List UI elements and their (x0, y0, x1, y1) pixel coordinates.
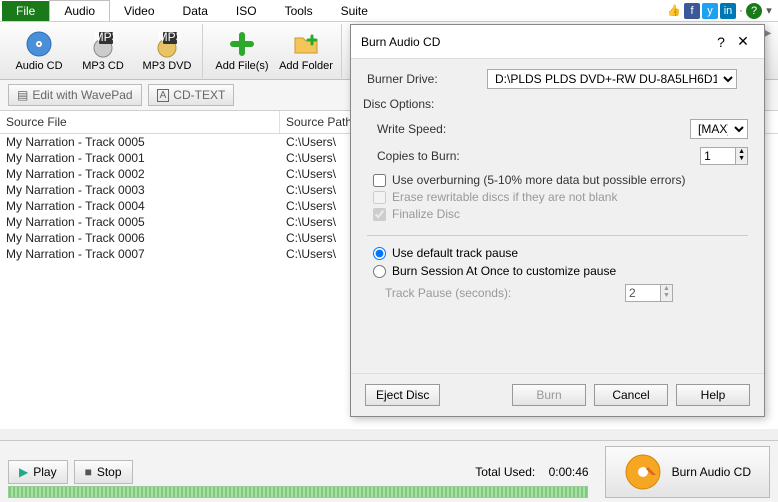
file-name: My Narration - Track 0005 (0, 214, 280, 230)
help-icon[interactable]: ? (746, 3, 762, 19)
disc-options-label: Disc Options: (363, 97, 748, 111)
file-name: My Narration - Track 0005 (0, 134, 280, 150)
menu-iso[interactable]: ISO (222, 1, 271, 21)
sao-label: Burn Session At Once to customize pause (392, 264, 616, 278)
stop-icon: ■ (85, 465, 92, 479)
total-used-value: 0:00:46 (549, 465, 589, 479)
cd-text-button[interactable]: A CD-TEXT (148, 84, 235, 106)
play-button[interactable]: ▶ Play (8, 460, 68, 484)
twitter-icon[interactable]: y (702, 3, 718, 19)
text-icon: A (157, 89, 170, 102)
edit-wavepad-label: Edit with WavePad (32, 88, 132, 102)
menu-suite[interactable]: Suite (327, 1, 382, 21)
play-label: Play (33, 465, 56, 479)
copies-input[interactable] (700, 147, 736, 165)
stop-button[interactable]: ■ Stop (74, 460, 133, 484)
facebook-icon[interactable]: f (684, 3, 700, 19)
write-speed-select[interactable]: [MAX] (690, 119, 748, 139)
total-used-label: Total Used: (475, 465, 535, 479)
mp3-dvd-label: MP3 DVD (143, 60, 192, 72)
spinner-up-icon: ▲ (661, 285, 672, 292)
menu-tools[interactable]: Tools (271, 1, 327, 21)
burn-disc-icon (624, 453, 662, 491)
file-name: My Narration - Track 0007 (0, 246, 280, 262)
wave-icon: ▤ (17, 88, 28, 102)
play-icon: ▶ (19, 465, 28, 479)
dialog-title: Burn Audio CD (361, 35, 710, 49)
burn-dialog: Burn Audio CD ? ✕ Burner Drive: D:\PLDS … (350, 24, 765, 417)
burner-drive-select[interactable]: D:\PLDS PLDS DVD+-RW DU-8A5LH6D1M2016/0 (487, 69, 737, 89)
file-name: My Narration - Track 0006 (0, 230, 280, 246)
dialog-help-icon[interactable]: ? (710, 34, 732, 50)
dvd-mp3-icon: MP3 (153, 30, 181, 58)
mp3-cd-label: MP3 CD (82, 60, 124, 72)
erase-checkbox: Erase rewritable discs if they are not b… (373, 190, 748, 204)
stop-label: Stop (97, 465, 122, 479)
copies-label: Copies to Burn: (377, 149, 497, 163)
overburn-checkbox[interactable]: Use overburning (5-10% more data but pos… (373, 173, 748, 187)
audio-cd-button[interactable]: Audio CD (10, 26, 68, 76)
spinner-down-icon: ▼ (661, 292, 672, 299)
cd-mp3-icon: MP3 (89, 30, 117, 58)
track-pause-spinner: ▲▼ (625, 284, 673, 302)
edit-wavepad-button[interactable]: ▤ Edit with WavePad (8, 84, 142, 106)
column-source-file[interactable]: Source File (0, 111, 280, 133)
track-pause-input (625, 284, 661, 302)
dropdown-icon[interactable]: ▾ (764, 3, 774, 19)
default-pause-label: Use default track pause (392, 246, 518, 260)
burn-button: Burn (512, 384, 586, 406)
menu-bar: File Audio Video Data ISO Tools Suite 👍 … (0, 0, 778, 22)
spinner-down-icon[interactable]: ▼ (736, 155, 747, 162)
finalize-label: Finalize Disc (392, 207, 460, 221)
burn-audio-cd-label: Burn Audio CD (672, 465, 751, 479)
cd-text-label: CD-TEXT (173, 88, 225, 102)
cd-audio-icon (25, 30, 53, 58)
svg-text:MP3: MP3 (94, 30, 117, 44)
add-files-button[interactable]: Add File(s) (213, 26, 271, 76)
spinner-up-icon[interactable]: ▲ (736, 148, 747, 155)
file-name: My Narration - Track 0002 (0, 166, 280, 182)
add-files-label: Add File(s) (215, 60, 268, 72)
mp3-cd-button[interactable]: MP3 MP3 CD (74, 26, 132, 76)
menu-audio[interactable]: Audio (49, 0, 110, 21)
overburn-label: Use overburning (5-10% more data but pos… (392, 173, 685, 187)
cancel-button[interactable]: Cancel (594, 384, 668, 406)
mp3-dvd-button[interactable]: MP3 MP3 DVD (138, 26, 196, 76)
add-folder-button[interactable]: Add Folder (277, 26, 335, 76)
menu-data[interactable]: Data (169, 1, 222, 21)
total-used: Total Used: 0:00:46 (475, 465, 588, 479)
track-pause-label: Track Pause (seconds): (385, 286, 625, 300)
menu-video[interactable]: Video (110, 1, 168, 21)
dialog-close-icon[interactable]: ✕ (732, 33, 754, 50)
erase-label: Erase rewritable discs if they are not b… (392, 190, 617, 204)
folder-plus-icon (292, 30, 320, 58)
audio-cd-label: Audio CD (15, 60, 62, 72)
file-name: My Narration - Track 0004 (0, 198, 280, 214)
file-name: My Narration - Track 0001 (0, 150, 280, 166)
finalize-checkbox: Finalize Disc (373, 207, 748, 221)
eject-disc-button[interactable]: Eject Disc (365, 384, 440, 406)
svg-text:MP3: MP3 (158, 30, 181, 44)
write-speed-label: Write Speed: (377, 122, 497, 136)
menu-file[interactable]: File (2, 1, 49, 21)
bottom-bar: ▶ Play ■ Stop Total Used: 0:00:46 Burn Aud… (0, 440, 778, 502)
burn-audio-cd-button[interactable]: Burn Audio CD (605, 446, 770, 498)
help-button[interactable]: Help (676, 384, 750, 406)
copies-spinner[interactable]: ▲▼ (700, 147, 748, 165)
sao-radio[interactable]: Burn Session At Once to customize pause (373, 264, 748, 278)
usage-progress (8, 486, 588, 498)
burner-drive-label: Burner Drive: (367, 72, 487, 86)
linkedin-icon[interactable]: in (720, 3, 736, 19)
add-folder-label: Add Folder (279, 60, 333, 72)
social-links: 👍 f y in · ? ▾ (666, 3, 778, 19)
plus-icon (228, 30, 256, 58)
file-name: My Narration - Track 0003 (0, 182, 280, 198)
like-icon[interactable]: 👍 (666, 3, 682, 19)
default-pause-radio[interactable]: Use default track pause (373, 246, 748, 260)
